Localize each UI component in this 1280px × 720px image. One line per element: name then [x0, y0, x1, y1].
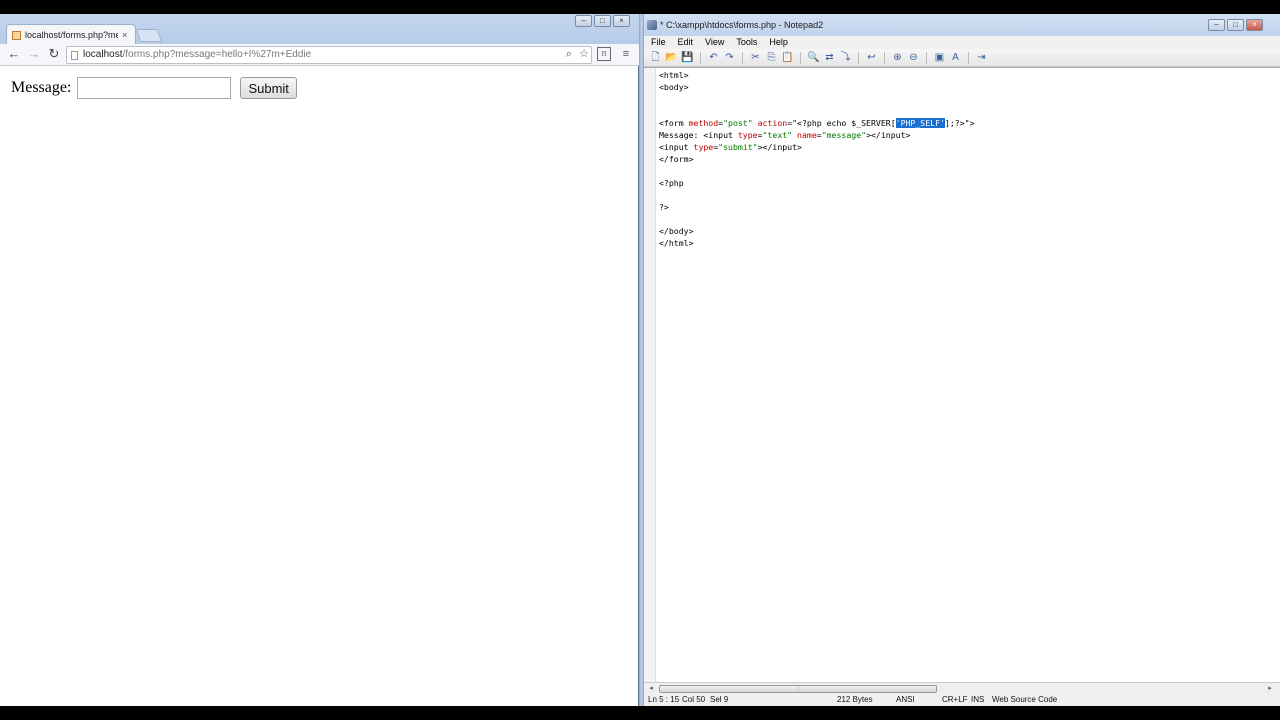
toolbar-separator: [700, 51, 701, 64]
toolbar-separator: [884, 51, 885, 64]
browser-window-controls: – □ ×: [575, 15, 630, 27]
status-line-endings: CR+LF: [942, 695, 968, 704]
status-line: Ln 5 : 15: [648, 695, 680, 704]
menu-file[interactable]: File: [651, 36, 666, 49]
code-line: </form>: [659, 154, 694, 164]
find-icon[interactable]: 🔍: [807, 51, 820, 64]
goto-icon[interactable]: ⤵: [839, 51, 852, 64]
menu-tools[interactable]: Tools: [736, 36, 757, 49]
editor-titlebar: * C:\xampp\htdocs\forms.php - Notepad2 –…: [644, 14, 1280, 36]
bookmark-star-icon[interactable]: ☆: [577, 47, 591, 61]
browser-tab[interactable]: localhost/forms.php?mes ×: [6, 24, 136, 45]
message-form: Message: Submit: [11, 77, 297, 99]
code-line: </body>: [659, 226, 694, 236]
tab-close-icon[interactable]: ×: [122, 30, 132, 40]
menu-hamburger-icon[interactable]: ≡: [619, 47, 633, 61]
editor-window: * C:\xampp\htdocs\forms.php - Notepad2 –…: [644, 14, 1280, 706]
editor-window-controls: – □ ×: [1208, 19, 1263, 31]
maximize-button[interactable]: □: [1227, 19, 1244, 31]
open-folder-icon[interactable]: 📂: [665, 51, 678, 64]
notepad2-app-icon: [647, 20, 657, 30]
message-label: Message:: [11, 79, 72, 96]
browser-window: localhost/forms.php?mes × – □ × ← → ↻ lo…: [0, 14, 639, 706]
page-icon: [71, 51, 78, 60]
new-file-icon[interactable]: 🗋: [649, 51, 662, 64]
status-column: Col 50: [682, 695, 706, 704]
scroll-left-arrow-icon[interactable]: ◂: [646, 684, 656, 692]
message-input[interactable]: [77, 77, 232, 99]
url-path: /forms.php?message=hello+I%27m+Eddie: [122, 49, 312, 60]
zoom-out-icon[interactable]: ⊖: [907, 51, 920, 64]
save-icon[interactable]: 💾: [681, 51, 694, 64]
cut-icon[interactable]: ✂: [749, 51, 762, 64]
code-line: <body>: [659, 82, 689, 92]
zoom-magnifier-icon[interactable]: ⌕: [562, 47, 576, 61]
toolbar-separator: [858, 51, 859, 64]
page-favicon-icon: [12, 30, 21, 40]
url-host: localhost: [83, 49, 123, 60]
word-wrap-icon[interactable]: ↩: [865, 51, 878, 64]
paste-icon[interactable]: 📋: [781, 51, 794, 64]
code-line: <input type="submit"></input>: [659, 142, 802, 152]
menu-view[interactable]: View: [705, 36, 724, 49]
status-encoding: ANSI: [896, 695, 915, 704]
close-button[interactable]: ×: [613, 15, 630, 27]
reload-icon[interactable]: ↻: [46, 46, 62, 62]
code-area[interactable]: <html> <body> <form method="post" action=…: [659, 69, 975, 249]
code-editor[interactable]: <html> <body> <form method="post" action=…: [644, 67, 1280, 683]
scroll-right-arrow-icon[interactable]: ▸: [1265, 684, 1275, 692]
status-mode: INS: [971, 695, 985, 704]
tab-title: localhost/forms.php?mes: [25, 30, 118, 40]
menu-edit[interactable]: Edit: [678, 36, 694, 49]
forward-arrow-icon[interactable]: →: [26, 46, 42, 62]
code-line: Message: <input type="text" name="messag…: [659, 130, 911, 140]
maximize-button[interactable]: □: [594, 15, 611, 27]
scheme-icon[interactable]: ▣: [933, 51, 946, 64]
minimize-button[interactable]: –: [1208, 19, 1225, 31]
code-line: <?php: [659, 178, 684, 188]
copy-icon[interactable]: ⎘: [765, 51, 778, 64]
exit-icon[interactable]: ⇥: [975, 51, 988, 64]
browser-toolbar: ← → ↻ localhost/forms.php?message=hello+…: [0, 44, 639, 66]
code-line: </html>: [659, 238, 694, 248]
code-line: <form method="post" action="<?php echo $…: [659, 118, 975, 128]
editor-toolbar: 🗋 📂 💾 ↶ ↷ ✂ ⎘ 📋 🔍 ⇄ ⤵ ↩ ⊕ ⊖ ▣ A ⇥: [644, 49, 1280, 67]
extension-icon[interactable]: π: [597, 47, 611, 61]
code-line: <html>: [659, 70, 689, 80]
horizontal-scrollbar[interactable]: ◂ ⦙ ▸: [644, 682, 1280, 694]
editor-gutter: [644, 68, 656, 683]
desktop: localhost/forms.php?mes × – □ × ← → ↻ lo…: [0, 14, 1280, 706]
code-line: ?>: [659, 202, 669, 212]
back-arrow-icon[interactable]: ←: [6, 46, 22, 62]
editor-statusbar: Ln 5 : 15 Col 50 Sel 9 212 Bytes ANSI CR…: [644, 694, 1280, 706]
status-scheme: Web Source Code: [992, 695, 1058, 704]
status-size: 212 Bytes: [837, 695, 873, 704]
new-tab-button[interactable]: [135, 29, 163, 42]
editor-menubar: File Edit View Tools Help: [644, 36, 1280, 49]
browser-page: Message: Submit: [0, 66, 638, 706]
zoom-in-icon[interactable]: ⊕: [891, 51, 904, 64]
redo-icon[interactable]: ↷: [723, 51, 736, 64]
toolbar-separator: [800, 51, 801, 64]
status-selection: Sel 9: [710, 695, 729, 704]
browser-titlebar: localhost/forms.php?mes × – □ ×: [0, 14, 639, 45]
toolbar-separator: [926, 51, 927, 64]
toolbar-separator: [968, 51, 969, 64]
menu-help[interactable]: Help: [769, 36, 788, 49]
close-button[interactable]: ×: [1246, 19, 1263, 31]
replace-icon[interactable]: ⇄: [823, 51, 836, 64]
undo-icon[interactable]: ↶: [707, 51, 720, 64]
minimize-button[interactable]: –: [575, 15, 592, 27]
submit-button[interactable]: Submit: [240, 77, 297, 99]
address-bar[interactable]: localhost/forms.php?message=hello+I%27m+…: [66, 46, 592, 64]
scrollbar-thumb[interactable]: ⦙: [659, 685, 937, 693]
editor-title: * C:\xampp\htdocs\forms.php - Notepad2: [660, 20, 824, 30]
toolbar-separator: [742, 51, 743, 64]
font-icon[interactable]: A: [949, 51, 962, 64]
